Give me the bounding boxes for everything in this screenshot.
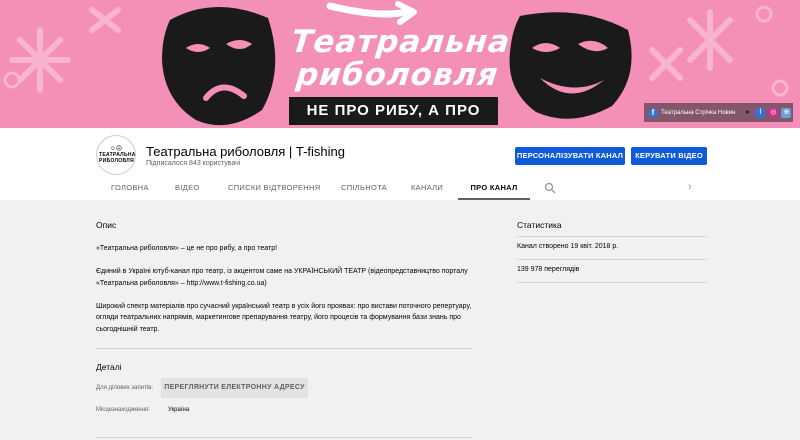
channel-created-date: Канал створено 19 квіт. 2018 р. — [517, 243, 619, 250]
tab-videos[interactable]: ВІДЕО — [175, 176, 200, 200]
chevron-right-icon[interactable]: › — [688, 180, 700, 194]
tab-playlists[interactable]: СПИСКИ ВІДТВОРЕННЯ — [228, 176, 320, 200]
banner-title: Театральна риболовля — [281, 24, 518, 93]
channel-name: Театральна риболовля | T-fishing — [146, 144, 345, 159]
tab-community[interactable]: СПІЛЬНОТА — [341, 176, 387, 200]
details-title: Деталі — [96, 362, 122, 372]
banner-title-line1: Театральна — [289, 24, 513, 60]
banner-links[interactable]: f Театральна Стрічка Новин ● f ◎ ⊕ — [644, 103, 793, 122]
channel-description: «Театральна риболовля» – це не про рибу,… — [96, 243, 476, 347]
channel-avatar[interactable]: ☺☹ ТЕАТРАЛЬНА РИБОЛОВЛЯ — [96, 135, 136, 175]
divider — [517, 282, 707, 283]
channel-banner: Театральна риболовля НЕ ПРО РИБУ, А ПРО … — [0, 0, 800, 128]
banner-title-line2: риболовля — [294, 57, 501, 93]
view-count: 139 978 переглядів — [517, 266, 580, 273]
happy-mask-icon — [509, 12, 632, 119]
tab-about[interactable]: ПРО КАНАЛ — [458, 176, 530, 200]
banner-subtitle: НЕ ПРО РИБУ, А ПРО ТЕАТР — [289, 97, 498, 125]
tab-home[interactable]: ГОЛОВНА — [111, 176, 149, 200]
stats-title: Статистика — [517, 220, 562, 230]
description-title: Опис — [96, 220, 117, 230]
instagram-icon[interactable]: ◎ — [768, 107, 779, 118]
divider — [96, 437, 472, 438]
avatar-text: ТЕАТРАЛЬНА РИБОЛОВЛЯ — [99, 152, 136, 164]
sad-mask-icon — [162, 6, 276, 126]
location-value: Україна — [168, 407, 190, 413]
facebook-icon[interactable]: f — [648, 107, 658, 118]
manage-videos-button[interactable]: КЕРУВАТИ ВІДЕО — [631, 147, 707, 165]
customize-channel-button[interactable]: ПЕРСОНАЛІЗУВАТИ КАНАЛ — [515, 147, 625, 165]
divider — [517, 259, 707, 260]
globe-icon[interactable]: ⊕ — [781, 107, 792, 118]
channel-tabs: ГОЛОВНА ВІДЕО СПИСКИ ВІДТВОРЕННЯ СПІЛЬНО… — [0, 176, 800, 200]
business-inquiries-label: Для ділових запитів: — [96, 385, 154, 391]
eye-icon[interactable]: ● — [742, 108, 752, 118]
youtube-channel-about-page: Театральна риболовля НЕ ПРО РИБУ, А ПРО … — [0, 0, 800, 440]
subscriber-count: Підписалося 843 користувачі — [146, 160, 241, 167]
description-paragraph: «Театральна риболовля» – це не про рибу,… — [96, 245, 278, 252]
description-paragraph: Широкий спектр матеріалів про сучасний у… — [96, 302, 472, 333]
divider — [517, 236, 707, 237]
search-icon[interactable] — [544, 182, 556, 194]
location-label: Місцезнаходження: — [96, 407, 150, 413]
description-paragraph: Єдиний в Україні ютуб-канал про театр, і… — [96, 268, 468, 287]
divider — [96, 348, 472, 349]
banner-link-label[interactable]: Театральна Стрічка Новин — [661, 110, 735, 116]
view-email-button[interactable]: ПЕРЕГЛЯНУТИ ЕЛЕКТРОННУ АДРЕСУ — [161, 378, 308, 398]
facebook-icon[interactable]: f — [755, 107, 766, 118]
tab-channels[interactable]: КАНАЛИ — [411, 176, 443, 200]
